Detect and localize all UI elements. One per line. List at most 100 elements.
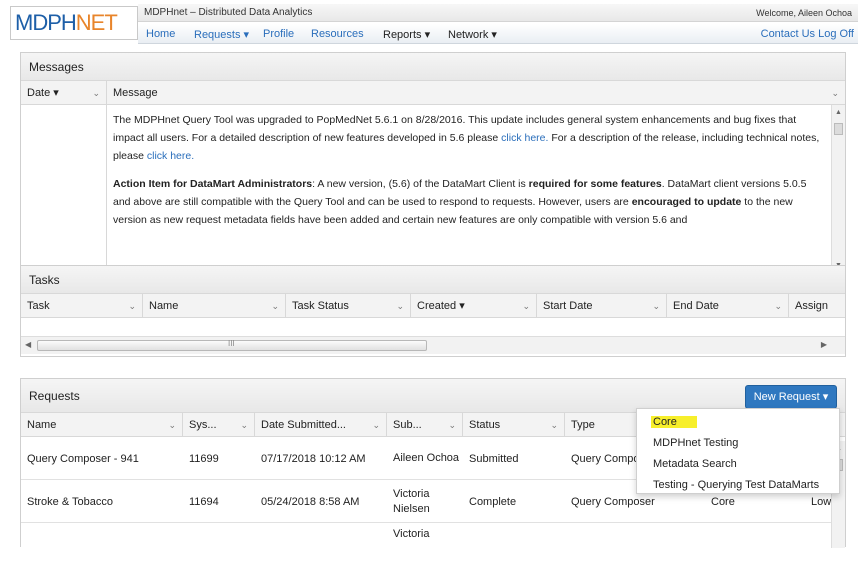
col-name-label: Name xyxy=(149,300,179,312)
chevron-down-icon[interactable]: ⌄ xyxy=(396,294,404,318)
request-submitter: Aileen Ochoa xyxy=(393,452,460,464)
nav-right-links: Contact Us Log Off xyxy=(761,28,854,40)
main-nav: Home Requests ▾ Profile Resources Report… xyxy=(138,24,858,44)
messages-header: Messages xyxy=(21,53,845,81)
col-task[interactable]: Task ⌄ xyxy=(21,294,143,318)
chevron-down-icon[interactable]: ⌄ xyxy=(522,294,530,318)
col-date-label: Date ▾ xyxy=(27,87,59,99)
app-header: MDPHNET MDPHnet – Distributed Data Analy… xyxy=(0,0,858,44)
table-row[interactable]: Victoria xyxy=(21,523,845,566)
col-assign-label: Assign xyxy=(795,300,829,312)
col-start-date-label: Start Date xyxy=(543,300,593,312)
col-sys-label: Sys... xyxy=(189,419,217,431)
scroll-up-icon[interactable]: ▲ xyxy=(835,109,842,116)
features-link[interactable]: click here. xyxy=(501,132,548,144)
chevron-down-icon[interactable]: ⌄ xyxy=(652,294,660,318)
message-paragraph-2: Action Item for DataMart Administrators:… xyxy=(113,175,825,229)
bold-text: encouraged to update xyxy=(631,196,742,208)
col-end-date-label: End Date xyxy=(673,300,719,312)
request-name-link[interactable]: Stroke & Tobacco xyxy=(21,480,183,523)
col-submitter[interactable]: Sub... ⌄ xyxy=(387,413,463,437)
app-title: MDPHnet – Distributed Data Analytics xyxy=(144,7,313,18)
nav-network[interactable]: Network ▾ xyxy=(448,28,497,41)
col-status[interactable]: Status ⌄ xyxy=(463,413,565,437)
col-date[interactable]: Date ▾ ⌄ xyxy=(21,81,107,105)
nav-reports[interactable]: Reports ▾ xyxy=(383,28,430,41)
dropdown-item-mdphnet-testing[interactable]: MDPHnet Testing xyxy=(653,437,738,449)
chevron-down-icon[interactable]: ⌄ xyxy=(240,413,248,437)
chevron-down-icon[interactable]: ⌄ xyxy=(271,294,279,318)
chevron-down-icon[interactable]: ⌄ xyxy=(448,413,456,437)
scroll-left-icon[interactable]: ◀ xyxy=(25,340,31,349)
col-date-submitted-label: Date Submitted... xyxy=(261,419,346,431)
messages-body: The MDPHnet Query Tool was upgraded to P… xyxy=(21,105,845,273)
chevron-down-icon[interactable]: ⌄ xyxy=(550,413,558,437)
col-sys[interactable]: Sys... ⌄ xyxy=(183,413,255,437)
nav-resources[interactable]: Resources xyxy=(311,28,364,40)
release-notes-link[interactable]: click here. xyxy=(147,150,194,162)
col-created-label: Created ▾ xyxy=(417,300,465,312)
request-status: Complete xyxy=(469,495,517,508)
new-request-button[interactable]: New Request ▾ xyxy=(745,385,837,409)
chevron-down-icon[interactable]: ⌄ xyxy=(92,81,100,105)
messages-title: Messages xyxy=(29,60,84,74)
new-request-dropdown: Core MDPHnet Testing Metadata Search Tes… xyxy=(636,408,840,494)
request-status: Submitted xyxy=(469,452,519,465)
col-name[interactable]: Name ⌄ xyxy=(143,294,286,318)
col-task-label: Task xyxy=(27,300,50,312)
chevron-down-icon[interactable]: ⌄ xyxy=(774,294,782,318)
message-date-cell xyxy=(21,105,107,273)
messages-panel: Messages Date ▾ ⌄ Message ⌄ The MDPHnet … xyxy=(20,52,846,273)
nav-profile[interactable]: Profile xyxy=(263,28,294,40)
tasks-horizontal-scrollbar[interactable]: ◀ III ▶ xyxy=(21,336,845,354)
col-start-date[interactable]: Start Date ⌄ xyxy=(537,294,667,318)
message-text: The MDPHnet Query Tool was upgraded to P… xyxy=(113,111,825,239)
dropdown-item-core[interactable]: Core xyxy=(651,416,697,428)
tasks-header: Tasks xyxy=(21,266,845,294)
scroll-thumb[interactable] xyxy=(834,123,843,135)
col-request-name-label: Name xyxy=(27,419,57,431)
tasks-title: Tasks xyxy=(29,273,60,287)
chevron-down-icon[interactable]: ⌄ xyxy=(831,81,839,105)
chevron-down-icon[interactable]: ⌄ xyxy=(372,413,380,437)
request-date: 05/24/2018 8:58 AM xyxy=(261,495,360,508)
logo-text-mdph: MDPH xyxy=(15,10,77,35)
col-message[interactable]: Message ⌄ xyxy=(107,81,845,105)
col-request-name[interactable]: Name ⌄ xyxy=(21,413,183,437)
logo-text-net: NET xyxy=(75,10,118,35)
col-end-date[interactable]: End Date ⌄ xyxy=(667,294,789,318)
request-submitter: Victoria Nielsen xyxy=(393,487,430,515)
col-task-status-label: Task Status xyxy=(292,300,349,312)
messages-scrollbar[interactable]: ▲ ▼ xyxy=(831,105,845,273)
col-assign[interactable]: Assign xyxy=(789,294,845,318)
tasks-grid-header: Task ⌄ Name ⌄ Task Status ⌄ Created ▾ ⌄ Star… xyxy=(21,294,845,318)
messages-grid-header: Date ▾ ⌄ Message ⌄ xyxy=(21,81,845,105)
col-type-label: Type xyxy=(571,419,595,431)
request-sys-id: 11699 xyxy=(189,452,219,465)
chevron-down-icon[interactable]: ⌄ xyxy=(168,413,176,437)
dropdown-item-metadata-search[interactable]: Metadata Search xyxy=(653,458,737,470)
request-name-link[interactable]: Query Composer - 941 xyxy=(21,437,183,480)
col-submitter-label: Sub... xyxy=(393,419,422,431)
chevron-down-icon[interactable]: ⌄ xyxy=(128,294,136,318)
col-created[interactable]: Created ▾ ⌄ xyxy=(411,294,537,318)
col-task-status[interactable]: Task Status ⌄ xyxy=(286,294,411,318)
log-off-link[interactable]: Log Off xyxy=(818,28,854,40)
dropdown-item-testing-querying[interactable]: Testing - Querying Test DataMarts xyxy=(653,479,819,491)
col-date-submitted[interactable]: Date Submitted... ⌄ xyxy=(255,413,387,437)
mdphnet-logo[interactable]: MDPHNET xyxy=(10,6,138,40)
scroll-right-icon[interactable]: ▶ xyxy=(821,340,827,349)
welcome-text: Welcome, Aileen Ochoa xyxy=(756,8,852,18)
scroll-grip: III xyxy=(228,339,235,348)
text: : A new version, (5.6) of the DataMart C… xyxy=(312,178,529,190)
col-status-label: Status xyxy=(469,419,501,431)
tasks-panel: Tasks Task ⌄ Name ⌄ Task Status ⌄ Created ▾… xyxy=(20,265,846,357)
scroll-thumb[interactable]: III xyxy=(37,339,427,351)
bold-text: required for some features xyxy=(528,178,662,190)
col-message-label: Message xyxy=(113,87,158,99)
nav-requests[interactable]: Requests ▾ xyxy=(194,28,249,41)
top-bar: MDPHnet – Distributed Data Analytics Wel… xyxy=(138,4,858,22)
contact-us-link[interactable]: Contact Us xyxy=(761,28,815,40)
requests-title: Requests xyxy=(29,389,80,403)
nav-home[interactable]: Home xyxy=(146,28,175,40)
